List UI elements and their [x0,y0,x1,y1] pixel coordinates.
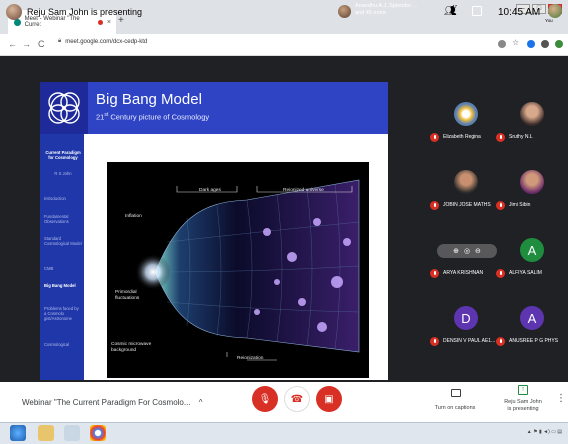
mic-off-icon: 🎙︎ [258,393,272,405]
meeting-title: Webinar "The Current Paradigm For Cosmol… [22,398,191,407]
nav-header: Current Paradigm for Cosmology [45,150,81,160]
participant-avatar: D [454,306,478,330]
muted-mic-icon [496,337,505,346]
more-options-icon[interactable]: ⋮ [556,393,566,404]
muted-mic-icon [430,337,439,346]
participant-avatar [454,170,478,194]
chrome-taskbar-icon[interactable] [90,425,106,441]
mute-participant-icon[interactable]: ◎ [464,247,470,255]
lock-icon: 🔒︎ [58,38,62,44]
profile-avatar-icon[interactable] [555,40,563,48]
slide-header [40,82,388,134]
captions-button-label[interactable]: Turn on captions [432,405,478,411]
camera-off-button[interactable]: ▣ [316,386,342,412]
slide-title: Big Bang Model [96,91,202,108]
participant-avatar [520,102,544,126]
muted-mic-icon [496,133,505,142]
label-reionization: Reionization [237,356,264,361]
nav-item[interactable]: Fundamental Observations [44,214,82,224]
nav-item-active[interactable]: Big Bang Model [44,283,82,288]
participant-name: ALFIYA SALIM [509,270,542,276]
meet-top-bar [0,56,568,82]
big-bang-figure: Dark ages Reionized universe Inflation P… [107,162,369,378]
os-taskbar [0,422,568,444]
participant-name: Elizabeth Regina [443,134,481,140]
remove-icon[interactable]: ⊖ [475,247,481,255]
tile-hover-controls[interactable]: ⊕ ◎ ⊖ [437,244,497,258]
self-label: You [545,18,553,23]
star-icon[interactable]: ☆ [512,38,520,47]
chat-icon[interactable] [472,6,482,16]
presenter-text: Reju Sam John is presenting [27,7,143,17]
label-inflation: Inflation [125,214,142,219]
nav-item[interactable]: Standard Cosmological Model [44,236,82,246]
nav-item[interactable]: Introduction [44,196,82,201]
label-dark-ages: Dark ages [199,188,221,193]
muted-mic-icon [430,201,439,210]
back-button[interactable]: ← [8,39,17,49]
app-icon[interactable] [64,425,80,441]
start-button-icon[interactable] [10,425,26,441]
label-reionized-universe: Reionized universe [283,188,324,193]
extension-icon[interactable] [527,40,535,48]
participant-avatar: A [520,306,544,330]
camera-indicator-icon[interactable] [498,40,506,48]
presenting-button-label[interactable]: Reju Sam John is presenting [500,399,546,413]
nav-item[interactable]: Problems faced by a Cosmolo gist/Astrono… [44,306,82,321]
url-field[interactable]: 🔒︎ meet.google.com/dcx-cedp-ktd [58,38,147,45]
slide-navigation: Current Paradigm for Cosmology R S John … [40,134,84,380]
presenting-label-status: is presenting [507,406,539,412]
tab-close-icon[interactable]: × [107,19,111,26]
tab-title: Meet - Webinar "The Curre: [24,16,80,28]
participant-name: Sruthy N.L [509,134,533,140]
muted-mic-icon [430,269,439,278]
participant-avatar [454,102,478,126]
system-tray[interactable]: ▲ ⚑ ▮ ◄) ▭ ▤ [527,429,562,435]
label-primordial-fluctuations: Primordial fluctuations [115,290,140,301]
file-explorer-icon[interactable] [38,425,54,441]
pin-icon[interactable]: ⊕ [453,247,459,255]
subtitle-text: Century picture of Cosmology [108,112,210,122]
presenting-label-name: Reju Sam John [504,399,542,405]
address-bar: ← → C 🔒︎ meet.google.com/dcx-cedp-ktd ☆ [0,34,568,56]
extensions-puzzle-icon[interactable] [541,40,549,48]
recording-icon [98,19,103,25]
nav-item[interactable]: CMB [44,266,82,271]
mic-off-button[interactable]: 🎙︎ [252,386,278,412]
captions-icon[interactable] [451,389,461,397]
forward-button[interactable]: → [22,39,31,49]
muted-mic-icon [496,201,505,210]
nav-item[interactable]: Cosmological [44,342,82,347]
attendee-summary: Anandhu A.J ,Splendor ... and 45 more [355,3,417,17]
slide-subtitle: 21st Century picture of Cosmology [96,112,209,122]
participant-name: ANUSREE P G PHYS [509,338,559,344]
interlocking-rings-icon [48,92,80,124]
muted-mic-icon [496,269,505,278]
meeting-clock: 10:45 AM [498,7,541,18]
participant-avatar: A [520,238,544,262]
present-screen-icon[interactable]: ↑ [518,385,528,395]
camera-off-icon: ▣ [324,393,334,405]
url-text: meet.google.com/dcx-cedp-ktd [65,38,148,45]
reload-button[interactable]: C [38,39,45,49]
presenter-avatar [6,4,22,20]
nav-author: R S John [54,171,72,176]
label-cmb: Cosmic microwave background [111,342,152,353]
participant-avatar [520,170,544,194]
self-avatar[interactable] [548,4,562,18]
participant-name: Jimi Sibin [509,202,531,208]
participant-name: JOBIN JOSE MATHS [443,202,491,208]
attendee-avatar [338,5,351,18]
leave-call-button[interactable]: ☎︎ [284,386,310,412]
chevron-up-icon: ^ [198,398,203,407]
muted-mic-icon [430,133,439,142]
attendee-names: Anandhu A.J ,Splendor ... [355,3,418,9]
participant-name: DENSIN V PAUL AE1... [443,338,496,344]
hang-up-icon: ☎︎ [290,393,304,405]
slide-logo [40,82,88,134]
participant-name: ARYA KRISHNAN [443,270,484,276]
attendee-more-count: and 45 more [355,10,386,16]
meeting-details-button[interactable]: Webinar "The Current Paradigm For Cosmol… [22,398,203,407]
people-count: 47 [452,4,458,9]
